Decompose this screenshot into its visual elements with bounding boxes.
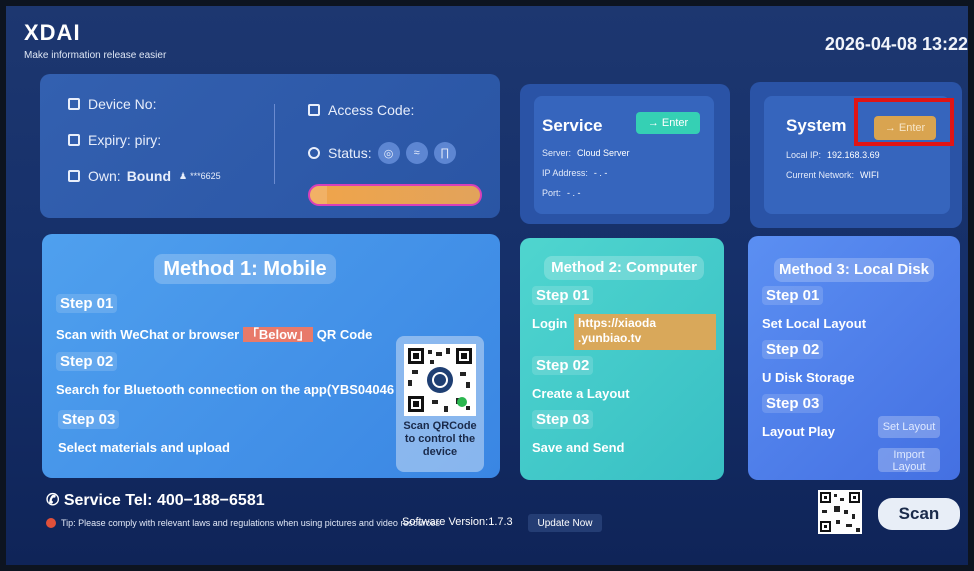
- server-label: Server:: [542, 148, 572, 158]
- method2-title: Method 2: Computer: [544, 256, 704, 280]
- network-label: Current Network:: [786, 170, 855, 180]
- device-no-row: Device No:: [68, 96, 156, 112]
- app-logo: XDAI: [24, 20, 81, 45]
- method1-step3-text: Select materials and upload: [58, 440, 230, 455]
- method3-step3-text: Layout Play: [762, 424, 835, 439]
- login-link[interactable]: https://xiaoda .yunbiao.tv: [574, 314, 716, 350]
- ip-value: - . -: [593, 168, 608, 178]
- access-code-label: Access Code:: [328, 102, 415, 118]
- bluetooth-icon: ∏: [433, 142, 456, 164]
- local-ip-label: Local IP:: [786, 150, 822, 160]
- server-info: Server: Cloud Server: [542, 148, 630, 158]
- highlight-box: [854, 98, 954, 146]
- service-tel: ✆ Service Tel: 400−188−6581: [46, 490, 265, 510]
- method3-step2-text: U Disk Storage: [762, 370, 855, 385]
- port-label: Port:: [542, 188, 562, 198]
- service-enter-button[interactable]: → Enter: [636, 112, 700, 134]
- qr-icon: [308, 104, 320, 116]
- method3-step3: Step 03: [762, 394, 824, 413]
- method1-step2: Step 02: [56, 352, 118, 371]
- service-title: Service: [542, 116, 603, 135]
- date-time: 2026-04-08 13:22: [824, 34, 968, 54]
- warning-icon: [46, 518, 56, 528]
- tv-screen: XDAI Make information release easier 202…: [6, 6, 968, 565]
- qr-caption: Scan QRCode to control the device: [403, 420, 477, 458]
- link-icon: [68, 170, 80, 182]
- method1-step1-text: Scan with WeChat or browser 「Below」 QR C…: [56, 324, 372, 343]
- mobile-qr-code: [404, 344, 476, 416]
- access-code-row: Access Code:: [308, 102, 414, 118]
- port-value: - . -: [567, 188, 581, 198]
- local-ip-value: 192.168.3.69: [827, 150, 880, 160]
- method2-step3-text: Save and Send: [532, 440, 625, 455]
- local-ip-info: Local IP: 192.168.3.69: [786, 150, 880, 160]
- device-info-panel: Device No: Expiry: piry: Own: Bound ♟ **…: [40, 74, 500, 218]
- method2-step3: Step 03: [532, 410, 594, 429]
- method3-step1-text: Set Local Layout: [762, 316, 867, 331]
- method3-card: Method 3: Local Disk Step 01 Set Local L…: [748, 236, 960, 480]
- update-now-button[interactable]: Update Now: [528, 514, 602, 532]
- calendar-icon: [68, 134, 80, 146]
- network-value: WIFI: [860, 170, 880, 180]
- method2-step2: Step 02: [532, 356, 594, 375]
- own-row: Own: Bound ♟ ***6625: [68, 168, 221, 184]
- step1-text-b: QR Code: [316, 327, 373, 342]
- service-tel-text: Service Tel: 400−188−6581: [63, 492, 265, 509]
- own-label: Own:: [88, 168, 121, 184]
- status-icon: [308, 147, 320, 159]
- below-tag: 「Below」: [242, 327, 314, 342]
- progress-bar: [308, 184, 482, 206]
- port-info: Port: - . -: [542, 188, 581, 198]
- own-phone: ***6625: [190, 171, 221, 181]
- network-info: Current Network: WIFI: [786, 170, 879, 180]
- progress-fill: [310, 186, 327, 204]
- method2-login-label: Login: [532, 316, 568, 331]
- own-value: Bound: [126, 168, 172, 184]
- tip-text: Tip: Please comply with relevant laws an…: [61, 518, 440, 528]
- wifi-icon: ≈: [405, 142, 428, 164]
- scan-button[interactable]: Scan: [878, 498, 960, 530]
- set-layout-button[interactable]: Set Layout: [878, 416, 940, 438]
- ip-label: IP Address:: [542, 168, 588, 178]
- software-version: Software Version:1.7.3: [402, 516, 513, 528]
- method2-step1: Step 01: [532, 286, 594, 305]
- server-value: Cloud Server: [577, 148, 630, 158]
- globe-icon: ◎: [377, 142, 400, 164]
- device-no-label: Device No:: [88, 96, 157, 112]
- scan-qr-code: [818, 490, 862, 534]
- status-label: Status:: [328, 145, 372, 161]
- phone-icon: ✆: [46, 492, 64, 509]
- mobile-qr-card[interactable]: Scan QRCode to control the device: [396, 336, 484, 472]
- method1-title: Method 1: Mobile: [154, 254, 336, 284]
- tip: Tip: Please comply with relevant laws an…: [46, 518, 440, 528]
- service-card: Service → Enter Server: Cloud Server IP A…: [534, 96, 714, 214]
- step1-text-a: Scan with WeChat or browser: [56, 327, 240, 342]
- import-layout-button[interactable]: Import Layout: [878, 448, 940, 472]
- method1-step3: Step 03: [58, 410, 120, 429]
- service-panel: Service → Enter Server: Cloud Server IP A…: [520, 84, 730, 224]
- method1-step2-text: Search for Bluetooth connection on the a…: [56, 382, 395, 397]
- method3-title: Method 3: Local Disk: [774, 258, 934, 282]
- app-slogan: Make information release easier: [24, 50, 167, 61]
- method3-step1: Step 01: [762, 286, 824, 305]
- method2-step2-text: Create a Layout: [532, 386, 630, 401]
- ip-info: IP Address: - . -: [542, 168, 607, 178]
- device-icon: [68, 98, 80, 110]
- method1-step1: Step 01: [56, 294, 118, 313]
- method2-card: Method 2: Computer Step 01 Login Step 02…: [520, 238, 724, 480]
- method3-step2: Step 02: [762, 340, 824, 359]
- user-icon: ♟: [179, 170, 188, 181]
- expiry-label: Expiry: piry:: [88, 132, 162, 148]
- system-title: System: [786, 116, 847, 135]
- expiry-row: Expiry: piry:: [68, 132, 161, 148]
- divider: [274, 104, 275, 184]
- status-row: Status: ◎ ≈ ∏: [308, 142, 456, 164]
